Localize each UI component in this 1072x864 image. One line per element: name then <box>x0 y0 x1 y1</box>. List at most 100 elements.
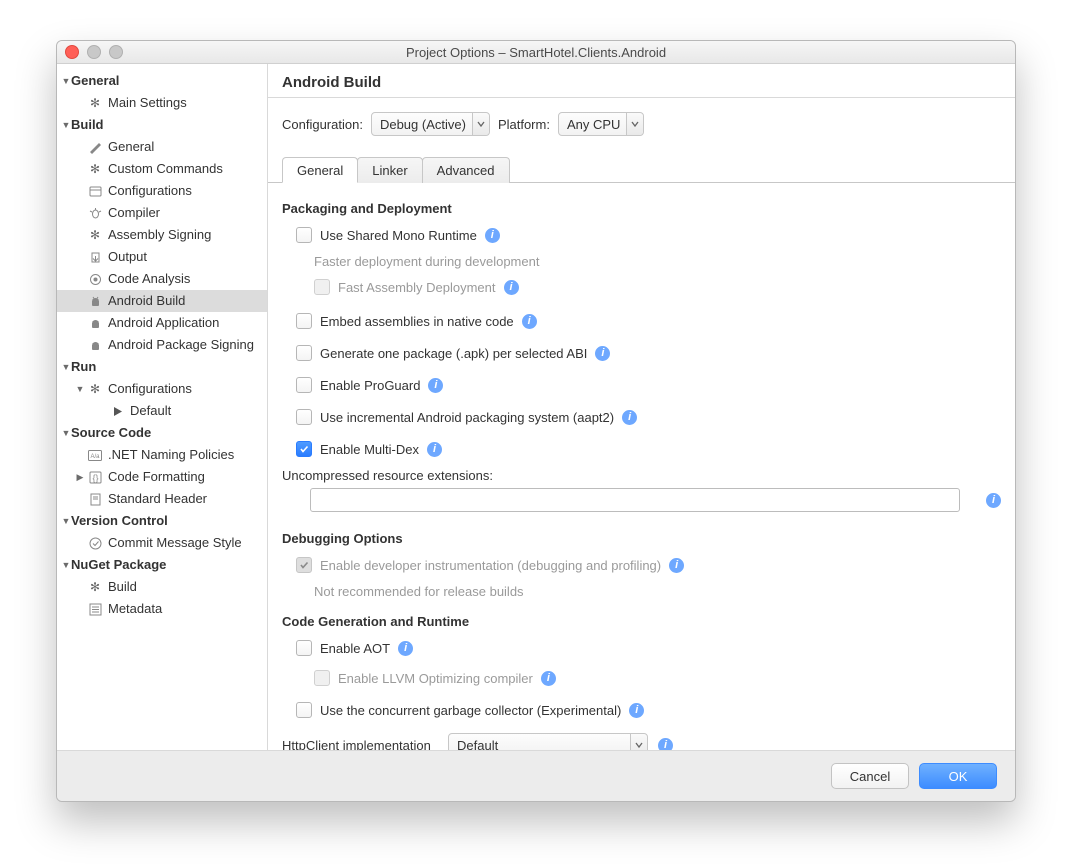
option-aot-label: Enable AOT <box>320 641 390 656</box>
platform-select[interactable]: Any CPU <box>558 112 644 136</box>
info-icon[interactable]: i <box>629 703 644 718</box>
gear-icon: ✻ <box>87 579 103 595</box>
options-scroll[interactable]: Packaging and Deployment Use Shared Mono… <box>268 183 1015 750</box>
sidebar-item-code-analysis[interactable]: ▼Code Analysis <box>57 268 267 290</box>
android-icon <box>87 337 103 353</box>
tab-bar: General Linker Advanced <box>268 156 1015 183</box>
sidebar-group-run[interactable]: ▼Run <box>57 356 267 378</box>
checkbox-concurrent-gc[interactable] <box>296 702 312 718</box>
info-icon[interactable]: i <box>986 493 1001 508</box>
chevron-down-icon: ▼ <box>61 510 71 532</box>
info-icon[interactable]: i <box>398 641 413 656</box>
chevron-down-icon: ▼ <box>61 356 71 378</box>
sidebar-group-nuget[interactable]: ▼NuGet Package <box>57 554 267 576</box>
sidebar-item-configurations[interactable]: ▼Configurations <box>57 180 267 202</box>
httpclient-label: HttpClient implementation <box>282 738 438 751</box>
document-icon <box>87 491 103 507</box>
tab-linker[interactable]: Linker <box>357 157 422 183</box>
info-icon[interactable]: i <box>428 378 443 393</box>
ok-button[interactable]: OK <box>919 763 997 789</box>
titlebar: Project Options – SmartHotel.Clients.And… <box>57 41 1015 64</box>
chevron-down-icon: ▼ <box>75 378 85 400</box>
option-aapt2-label: Use incremental Android packaging system… <box>320 410 614 425</box>
info-icon[interactable]: i <box>504 280 519 295</box>
sidebar-item-nuget-metadata[interactable]: ▼Metadata <box>57 598 267 620</box>
sidebar-item-android-application[interactable]: ▼Android Application <box>57 312 267 334</box>
sidebar-group-general[interactable]: ▼ General <box>57 70 267 92</box>
sidebar-item-custom-commands[interactable]: ▼✻Custom Commands <box>57 158 267 180</box>
sidebar-group-source-code[interactable]: ▼Source Code <box>57 422 267 444</box>
window-minimize-button[interactable] <box>87 45 101 59</box>
configuration-select[interactable]: Debug (Active) <box>371 112 490 136</box>
hint-shared-mono: Faster deployment during development <box>314 254 539 269</box>
sidebar-item-assembly-signing[interactable]: ▼✻Assembly Signing <box>57 224 267 246</box>
checkbox-proguard[interactable] <box>296 377 312 393</box>
android-icon <box>87 293 103 309</box>
option-shared-mono-label: Use Shared Mono Runtime <box>320 228 477 243</box>
cancel-button[interactable]: Cancel <box>831 763 909 789</box>
checkbox-aot[interactable] <box>296 640 312 656</box>
sidebar-item-standard-header[interactable]: ▼Standard Header <box>57 488 267 510</box>
sidebar-group-build[interactable]: ▼ Build <box>57 114 267 136</box>
tab-general[interactable]: General <box>282 157 358 183</box>
tab-advanced[interactable]: Advanced <box>422 157 510 183</box>
option-abi-label: Generate one package (.apk) per selected… <box>320 346 587 361</box>
android-icon <box>87 315 103 331</box>
info-icon[interactable]: i <box>669 558 684 573</box>
checkbox-embed-assemblies[interactable] <box>296 313 312 329</box>
info-icon[interactable]: i <box>427 442 442 457</box>
sidebar-item-nuget-build[interactable]: ▼✻Build <box>57 576 267 598</box>
config-bar: Configuration: Debug (Active) Platform: … <box>268 98 1015 156</box>
info-icon[interactable]: i <box>622 410 637 425</box>
window-icon <box>87 183 103 199</box>
window-close-button[interactable] <box>65 45 79 59</box>
gear-icon: ✻ <box>87 227 103 243</box>
sidebar-item-run-default[interactable]: ▼Default <box>57 400 267 422</box>
httpclient-select[interactable]: Default <box>448 733 648 750</box>
option-multidex-label: Enable Multi-Dex <box>320 442 419 457</box>
chevron-down-icon: ▼ <box>61 70 71 92</box>
sidebar-item-run-configurations[interactable]: ▼✻Configurations <box>57 378 267 400</box>
chevron-right-icon: ▶ <box>75 466 85 488</box>
uncompressed-extensions-input[interactable] <box>310 488 960 512</box>
checkbox-shared-mono[interactable] <box>296 227 312 243</box>
button-bar: Cancel OK <box>57 750 1015 801</box>
window-zoom-button[interactable] <box>109 45 123 59</box>
page-title: Android Build <box>268 64 1015 97</box>
gear-icon: ✻ <box>87 95 103 111</box>
content-pane: Android Build Configuration: Debug (Acti… <box>268 64 1015 750</box>
option-gc-label: Use the concurrent garbage collector (Ex… <box>320 703 621 718</box>
sidebar-group-version-control[interactable]: ▼Version Control <box>57 510 267 532</box>
braces-icon: {} <box>87 469 103 485</box>
sidebar-item-android-package-signing[interactable]: ▼Android Package Signing <box>57 334 267 356</box>
sidebar-item-naming-policies[interactable]: ▼A/a.NET Naming Policies <box>57 444 267 466</box>
checkbox-multidex[interactable] <box>296 441 312 457</box>
sidebar-item-commit-message-style[interactable]: ▼Commit Message Style <box>57 532 267 554</box>
section-debugging: Debugging Options <box>282 531 1001 546</box>
check-circle-icon <box>87 535 103 551</box>
uncompressed-label: Uncompressed resource extensions: <box>282 468 1001 483</box>
play-icon <box>109 403 125 419</box>
sidebar-item-build-general[interactable]: ▼General <box>57 136 267 158</box>
configuration-label: Configuration: <box>282 117 363 132</box>
sidebar-item-android-build[interactable]: ▼Android Build <box>57 290 267 312</box>
chevron-down-icon <box>626 113 643 135</box>
info-icon[interactable]: i <box>485 228 500 243</box>
sidebar-item-code-formatting[interactable]: ▶{}Code Formatting <box>57 466 267 488</box>
option-dev-inst-label: Enable developer instrumentation (debugg… <box>320 558 661 573</box>
sidebar-item-output[interactable]: ▼Output <box>57 246 267 268</box>
checkbox-llvm <box>314 670 330 686</box>
gear-icon: ✻ <box>87 161 103 177</box>
sidebar-item-compiler[interactable]: ▼Compiler <box>57 202 267 224</box>
platform-label: Platform: <box>498 117 550 132</box>
info-icon[interactable]: i <box>658 738 673 751</box>
checkbox-abi-package[interactable] <box>296 345 312 361</box>
sidebar-item-main-settings[interactable]: ▼ ✻ Main Settings <box>57 92 267 114</box>
info-icon[interactable]: i <box>541 671 556 686</box>
info-icon[interactable]: i <box>595 346 610 361</box>
section-codegen: Code Generation and Runtime <box>282 614 1001 629</box>
gear-icon: ✻ <box>87 381 103 397</box>
svg-text:{}: {} <box>92 473 98 483</box>
info-icon[interactable]: i <box>522 314 537 329</box>
checkbox-aapt2[interactable] <box>296 409 312 425</box>
